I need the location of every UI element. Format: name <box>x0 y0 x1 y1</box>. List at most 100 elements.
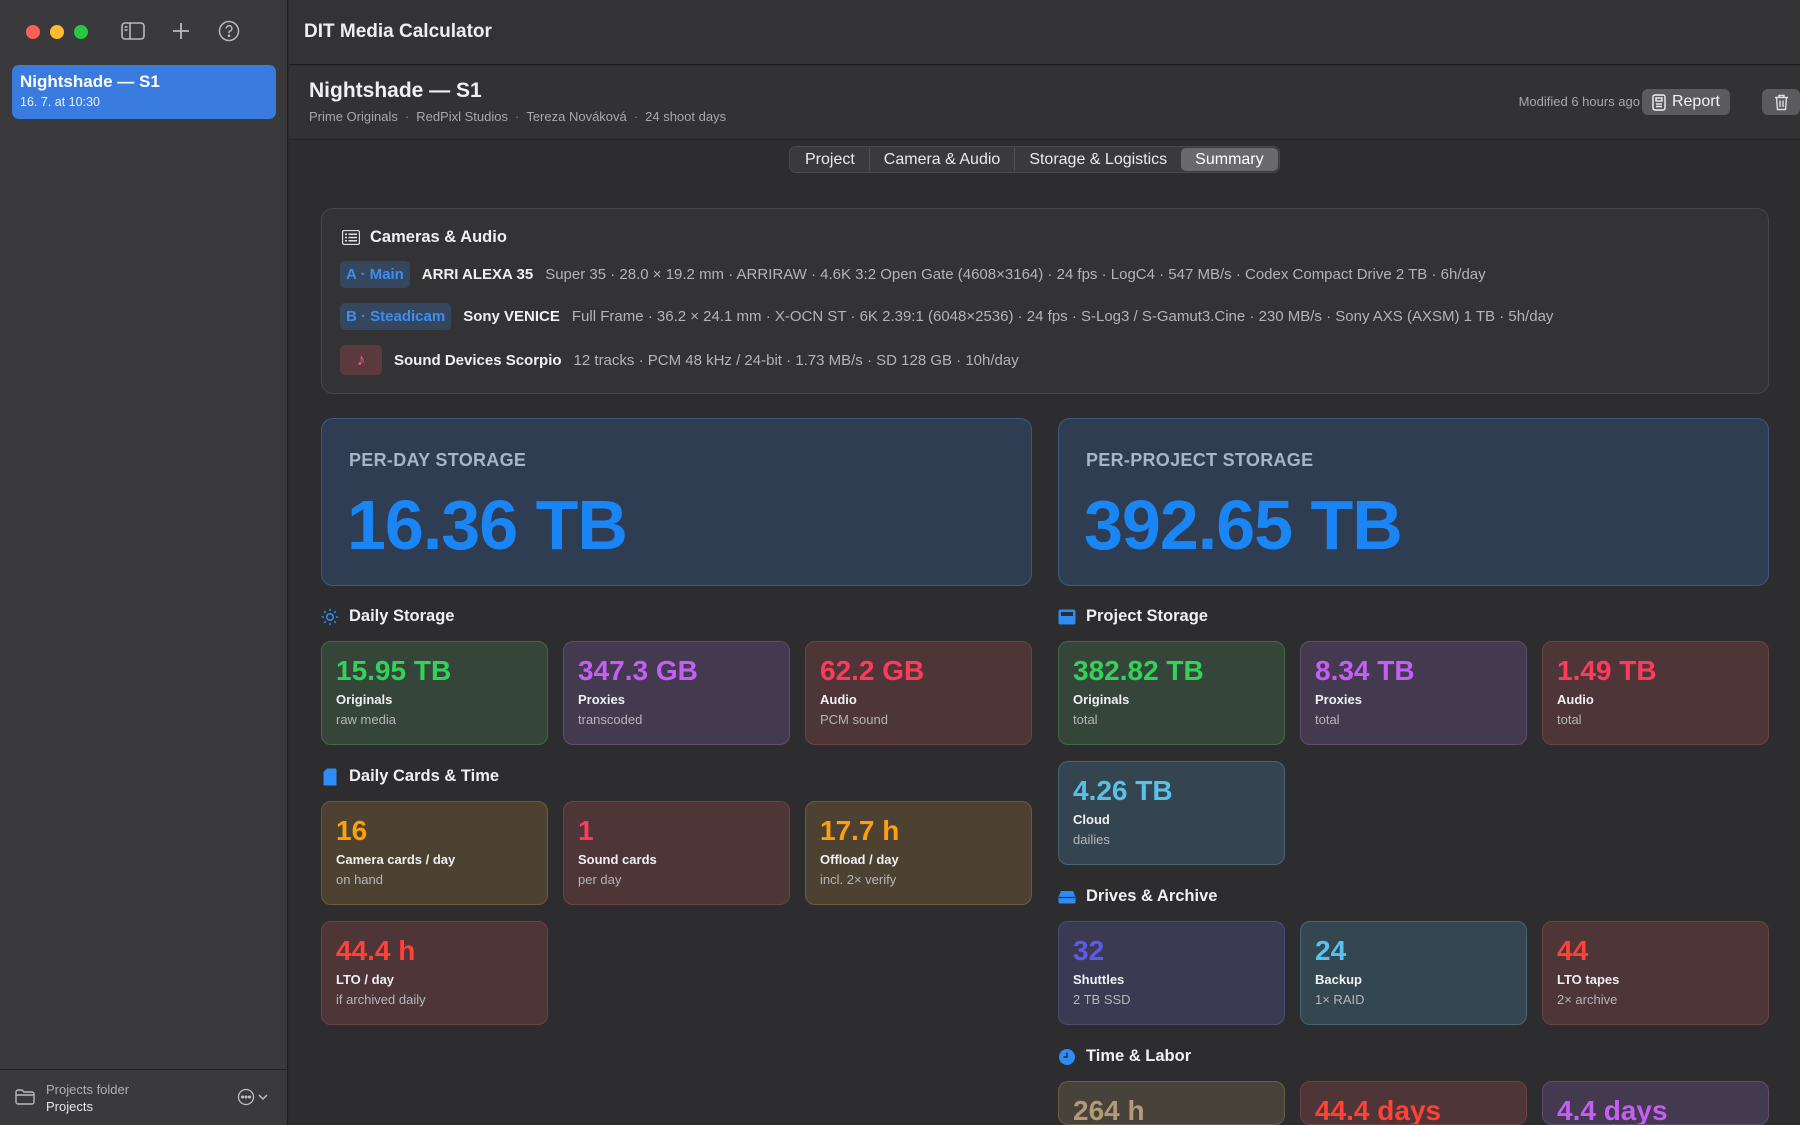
stat-label: Backup <box>1315 972 1362 987</box>
list-icon <box>342 230 360 245</box>
stat-label: Audio <box>820 692 857 707</box>
window-controls <box>26 25 88 39</box>
stat-sub: transcoded <box>578 712 643 727</box>
project-meta: Prime Originals · RedPixl Studios · Tereza… <box>309 109 727 124</box>
sidebar: Nightshade — S1 16. 7. at 10:30 Projects… <box>0 0 288 1125</box>
stat-value: 1 <box>578 815 594 846</box>
trash-icon <box>1774 94 1788 110</box>
stat-sub: incl. 2× verify <box>820 872 897 887</box>
more-options-button[interactable] <box>237 1088 268 1106</box>
camera-cards-card: 16 Camera cards / day on hand <box>321 801 548 905</box>
minimize-window-button[interactable] <box>50 25 64 39</box>
drives-archive-title: Drives & Archive <box>1086 887 1218 905</box>
daily-proxies-card: 347.3 GB Proxies transcoded <box>563 641 790 745</box>
audio-spec: 12 tracks · PCM 48 kHz / 24-bit · 1.73 M… <box>573 351 1019 369</box>
title-bar: DIT Media Calculator <box>289 0 1800 65</box>
lto-day-card: 44.4 h LTO / day if archived daily <box>321 921 548 1025</box>
lto-tapes-card: 44 LTO tapes 2× archive <box>1542 921 1769 1025</box>
camera-name: Sony VENICE <box>463 308 560 325</box>
stat-value: 15.95 TB <box>336 655 452 686</box>
audio-device-name: Sound Devices Scorpio <box>394 351 562 369</box>
stat-value: 16 <box>336 815 368 846</box>
time-labor-days-card: 44.4 days <box>1300 1081 1527 1125</box>
meta-network: Prime Originals <box>309 109 398 124</box>
meta-shoot-days: 24 shoot days <box>645 109 727 124</box>
summary-content: Cameras & Audio A · Main ARRI ALEXA 35 S… <box>289 140 1800 1125</box>
sidebar-item-project[interactable]: Nightshade — S1 16. 7. at 10:30 <box>12 65 276 119</box>
stat-sub: PCM sound <box>820 712 888 727</box>
time-labor-lto-days-card: 4.4 days <box>1542 1081 1769 1125</box>
document-icon <box>1652 93 1666 111</box>
stat-value: 1.49 TB <box>1557 655 1657 686</box>
close-window-button[interactable] <box>26 25 40 39</box>
stat-sub: total <box>1073 712 1098 727</box>
stat-sub: on hand <box>336 872 383 887</box>
stat-label: Cloud <box>1073 812 1110 827</box>
stat-label: Proxies <box>1315 692 1362 707</box>
camera-badge: A · Main <box>340 261 410 288</box>
drives-archive-heading: Drives & Archive <box>1058 887 1217 906</box>
stat-sub: raw media <box>336 712 396 727</box>
stat-sub: if archived daily <box>336 992 426 1007</box>
stat-label: Offload / day <box>820 852 899 867</box>
time-labor-title: Time & Labor <box>1086 1047 1192 1065</box>
help-icon[interactable] <box>216 18 242 44</box>
main-area: DIT Media Calculator Nightshade — S1 Pri… <box>289 0 1800 1125</box>
cameras-audio-title: Cameras & Audio <box>370 228 507 246</box>
daily-storage-title: Daily Storage <box>349 607 455 625</box>
ellipsis-circle-icon <box>237 1088 255 1106</box>
stat-sub: per day <box>578 872 622 887</box>
drive-icon <box>1058 888 1076 906</box>
app-window: Nightshade — S1 16. 7. at 10:30 Projects… <box>0 0 1800 1125</box>
sidebar-toggle-icon[interactable] <box>120 18 146 44</box>
sun-icon <box>321 608 339 626</box>
stat-label: Audio <box>1557 692 1594 707</box>
sound-cards-card: 1 Sound cards per day <box>563 801 790 905</box>
time-labor-heading: Time & Labor <box>1058 1047 1191 1066</box>
zoom-window-button[interactable] <box>74 25 88 39</box>
stat-label: LTO tapes <box>1557 972 1620 987</box>
add-project-icon[interactable] <box>168 18 194 44</box>
stat-value: 32 <box>1073 935 1105 966</box>
meta-studio: RedPixl Studios <box>416 109 508 124</box>
stat-sub: dailies <box>1073 832 1110 847</box>
stat-label: Originals <box>336 692 393 707</box>
clock-icon <box>1058 1048 1076 1066</box>
camera-badge: B · Steadicam <box>340 303 452 330</box>
project-storage-heading: Project Storage <box>1058 607 1208 626</box>
modified-label: Modified 6 hours ago <box>1518 94 1640 109</box>
per-project-label: PER-PROJECT STORAGE <box>1086 450 1314 470</box>
stat-value: 382.82 TB <box>1073 655 1204 686</box>
delete-button[interactable] <box>1762 89 1800 115</box>
stat-value: 17.7 h <box>820 815 900 846</box>
music-note-icon: ♪ <box>340 345 382 375</box>
stat-value: 24 <box>1315 935 1347 966</box>
sd-card-icon <box>321 768 339 786</box>
stat-value: 8.34 TB <box>1315 655 1415 686</box>
stat-label: LTO / day <box>336 972 395 987</box>
project-header: Nightshade — S1 Prime Originals · RedPixl… <box>289 66 1800 140</box>
project-proxies-card: 8.34 TB Proxies total <box>1300 641 1527 745</box>
stat-value: 4.4 days <box>1557 1095 1668 1125</box>
stat-sub: 2 TB SSD <box>1073 992 1131 1007</box>
daily-audio-card: 62.2 GB Audio PCM sound <box>805 641 1032 745</box>
project-originals-card: 382.82 TB Originals total <box>1058 641 1285 745</box>
daily-storage-heading: Daily Storage <box>321 607 454 626</box>
per-day-storage-card: PER-DAY STORAGE 16.36 TB <box>321 418 1032 586</box>
stat-label: Camera cards / day <box>336 852 456 867</box>
per-day-label: PER-DAY STORAGE <box>349 450 527 470</box>
folder-icon <box>14 1087 36 1109</box>
stat-value: 44.4 days <box>1315 1095 1442 1125</box>
shuttles-card: 32 Shuttles 2 TB SSD <box>1058 921 1285 1025</box>
stat-sub: 1× RAID <box>1315 992 1365 1007</box>
stat-value: 4.26 TB <box>1073 775 1173 806</box>
time-labor-hours-card: 264 h <box>1058 1081 1285 1125</box>
stat-value: 264 h <box>1073 1095 1145 1125</box>
storage-icon <box>1058 608 1076 626</box>
per-project-storage-card: PER-PROJECT STORAGE 392.65 TB <box>1058 418 1769 586</box>
report-button[interactable]: Report <box>1641 89 1730 115</box>
stat-sub: total <box>1315 712 1340 727</box>
camera-spec: Full Frame · 36.2 × 24.1 mm · X-OCN ST ·… <box>571 308 1554 325</box>
project-audio-card: 1.49 TB Audio total <box>1542 641 1769 745</box>
projects-folder-footer[interactable]: Projects folder Projects <box>0 1069 288 1125</box>
